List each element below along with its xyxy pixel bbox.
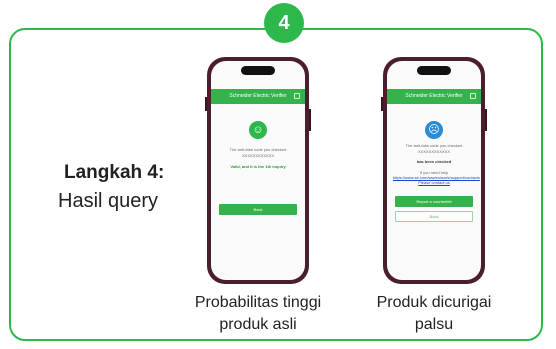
phone-side-button [205, 97, 207, 111]
app-title: Schneider Electric Verifier [405, 93, 463, 99]
app-header: Schneider Electric Verifier [387, 89, 481, 104]
smiley-face-icon: ☺ [249, 121, 267, 139]
sad-face-icon: ☹ [425, 121, 443, 139]
caption-line: Produk dicurigai [376, 294, 492, 311]
caption-genuine: Probabilitas tinggi produk asli [188, 292, 328, 336]
phone-genuine: Schneider Electric Verifier ☺ The anti-f… [205, 57, 311, 284]
phone-side-button [485, 109, 487, 131]
caption-suspect: Produk dicurigai palsu [364, 292, 504, 336]
phone-notch [417, 66, 451, 75]
caption-line: Probabilitas tinggi [194, 294, 322, 311]
step-title: Langkah 4: [64, 162, 165, 183]
phone-notch [241, 66, 275, 75]
back-button[interactable]: Back [395, 211, 473, 222]
checked-code: XXXXXXXXXXXX [417, 149, 450, 154]
report-counterfeit-button[interactable]: Report a counterfeit [395, 196, 473, 207]
app-title: Schneider Electric Verifier [229, 93, 287, 99]
phone-suspect: Schneider Electric Verifier ☹ The anti-f… [381, 57, 487, 284]
checked-status: has been checked [416, 159, 452, 164]
valid-status: Valid, and it is the 1th inquiry [230, 164, 286, 169]
caption-line: palsu [414, 316, 454, 333]
caption-line: produk asli [219, 316, 297, 333]
step-subtitle: Hasil query [58, 190, 159, 212]
result-message: The anti-fake code you checked [405, 143, 463, 148]
phone-side-button [309, 109, 311, 131]
checked-code: XXXXXXXXXXXX [241, 153, 274, 158]
phone-side-button [381, 97, 383, 111]
menu-icon[interactable] [470, 93, 476, 99]
result-message: The anti-fake code you checked [229, 147, 287, 152]
menu-icon[interactable] [294, 93, 300, 99]
contact-link[interactable]: Please contact us [393, 180, 475, 185]
phone-screen: Schneider Electric Verifier ☹ The anti-f… [387, 61, 481, 280]
back-button[interactable]: Back [219, 204, 297, 215]
phone-screen: Schneider Electric Verifier ☺ The anti-f… [211, 61, 305, 280]
step-number-badge: 4 [264, 3, 304, 43]
app-header: Schneider Electric Verifier [211, 89, 305, 104]
